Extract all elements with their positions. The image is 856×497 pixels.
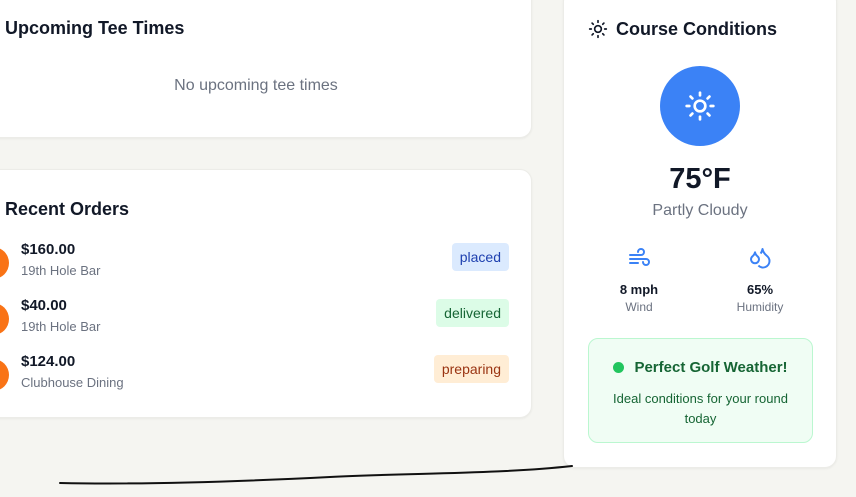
wind-label: Wind (625, 300, 653, 314)
weather-status-banner: Perfect Golf Weather! Ideal conditions f… (588, 338, 813, 443)
order-avatar (0, 303, 9, 335)
weather-status-subtitle: Ideal conditions for your round today (613, 391, 788, 426)
weather-status-title: Perfect Golf Weather! (634, 359, 788, 376)
order-amount: $124.00 (21, 353, 76, 370)
upcoming-tee-times-card: Upcoming Tee Times No upcoming tee times (0, 0, 532, 138)
scribble-stroke (59, 465, 573, 485)
droplets-icon (750, 248, 771, 269)
temperature: 75°F (669, 163, 731, 195)
order-row[interactable]: $160.00 19th Hole Bar placed (0, 241, 531, 285)
order-avatar (0, 359, 9, 391)
wind-stat: 8 mph Wind (589, 247, 689, 314)
status-badge: placed (451, 243, 509, 271)
status-badge: delivered (436, 299, 509, 327)
order-location: Clubhouse Dining (21, 375, 124, 390)
humidity-value: 65% (746, 282, 774, 297)
course-conditions-card: Course Conditions 75°F Partly Cloudy 8 m… (563, 0, 837, 468)
humidity-label: Humidity (736, 300, 784, 314)
course-conditions-title: Course Conditions (616, 18, 777, 39)
wind-icon (629, 248, 650, 266)
order-amount: $160.00 (21, 241, 76, 258)
sun-icon (685, 91, 715, 121)
sky-condition: Partly Cloudy (652, 202, 748, 219)
status-badge: preparing (433, 355, 509, 383)
order-location: 19th Hole Bar (21, 319, 101, 334)
upcoming-tee-times-title: Upcoming Tee Times (5, 18, 185, 38)
weather-icon-circle (660, 66, 740, 146)
order-amount: $40.00 (21, 297, 67, 314)
order-avatar (0, 247, 9, 279)
sun-icon (588, 19, 608, 39)
humidity-stat: 65% Humidity (710, 247, 810, 314)
order-row[interactable]: $40.00 19th Hole Bar delivered (0, 297, 531, 341)
status-dot (613, 362, 625, 373)
order-location: 19th Hole Bar (21, 263, 101, 278)
recent-orders-title: Recent Orders (5, 199, 130, 219)
order-row[interactable]: $124.00 Clubhouse Dining preparing (0, 353, 531, 397)
empty-state-text: No upcoming tee times (174, 77, 338, 94)
wind-value: 8 mph (619, 282, 659, 297)
weather-status-heading: Perfect Golf Weather! (589, 359, 812, 376)
course-conditions-header: Course Conditions (588, 17, 777, 41)
recent-orders-card: Recent Orders $160.00 19th Hole Bar plac… (0, 169, 532, 418)
